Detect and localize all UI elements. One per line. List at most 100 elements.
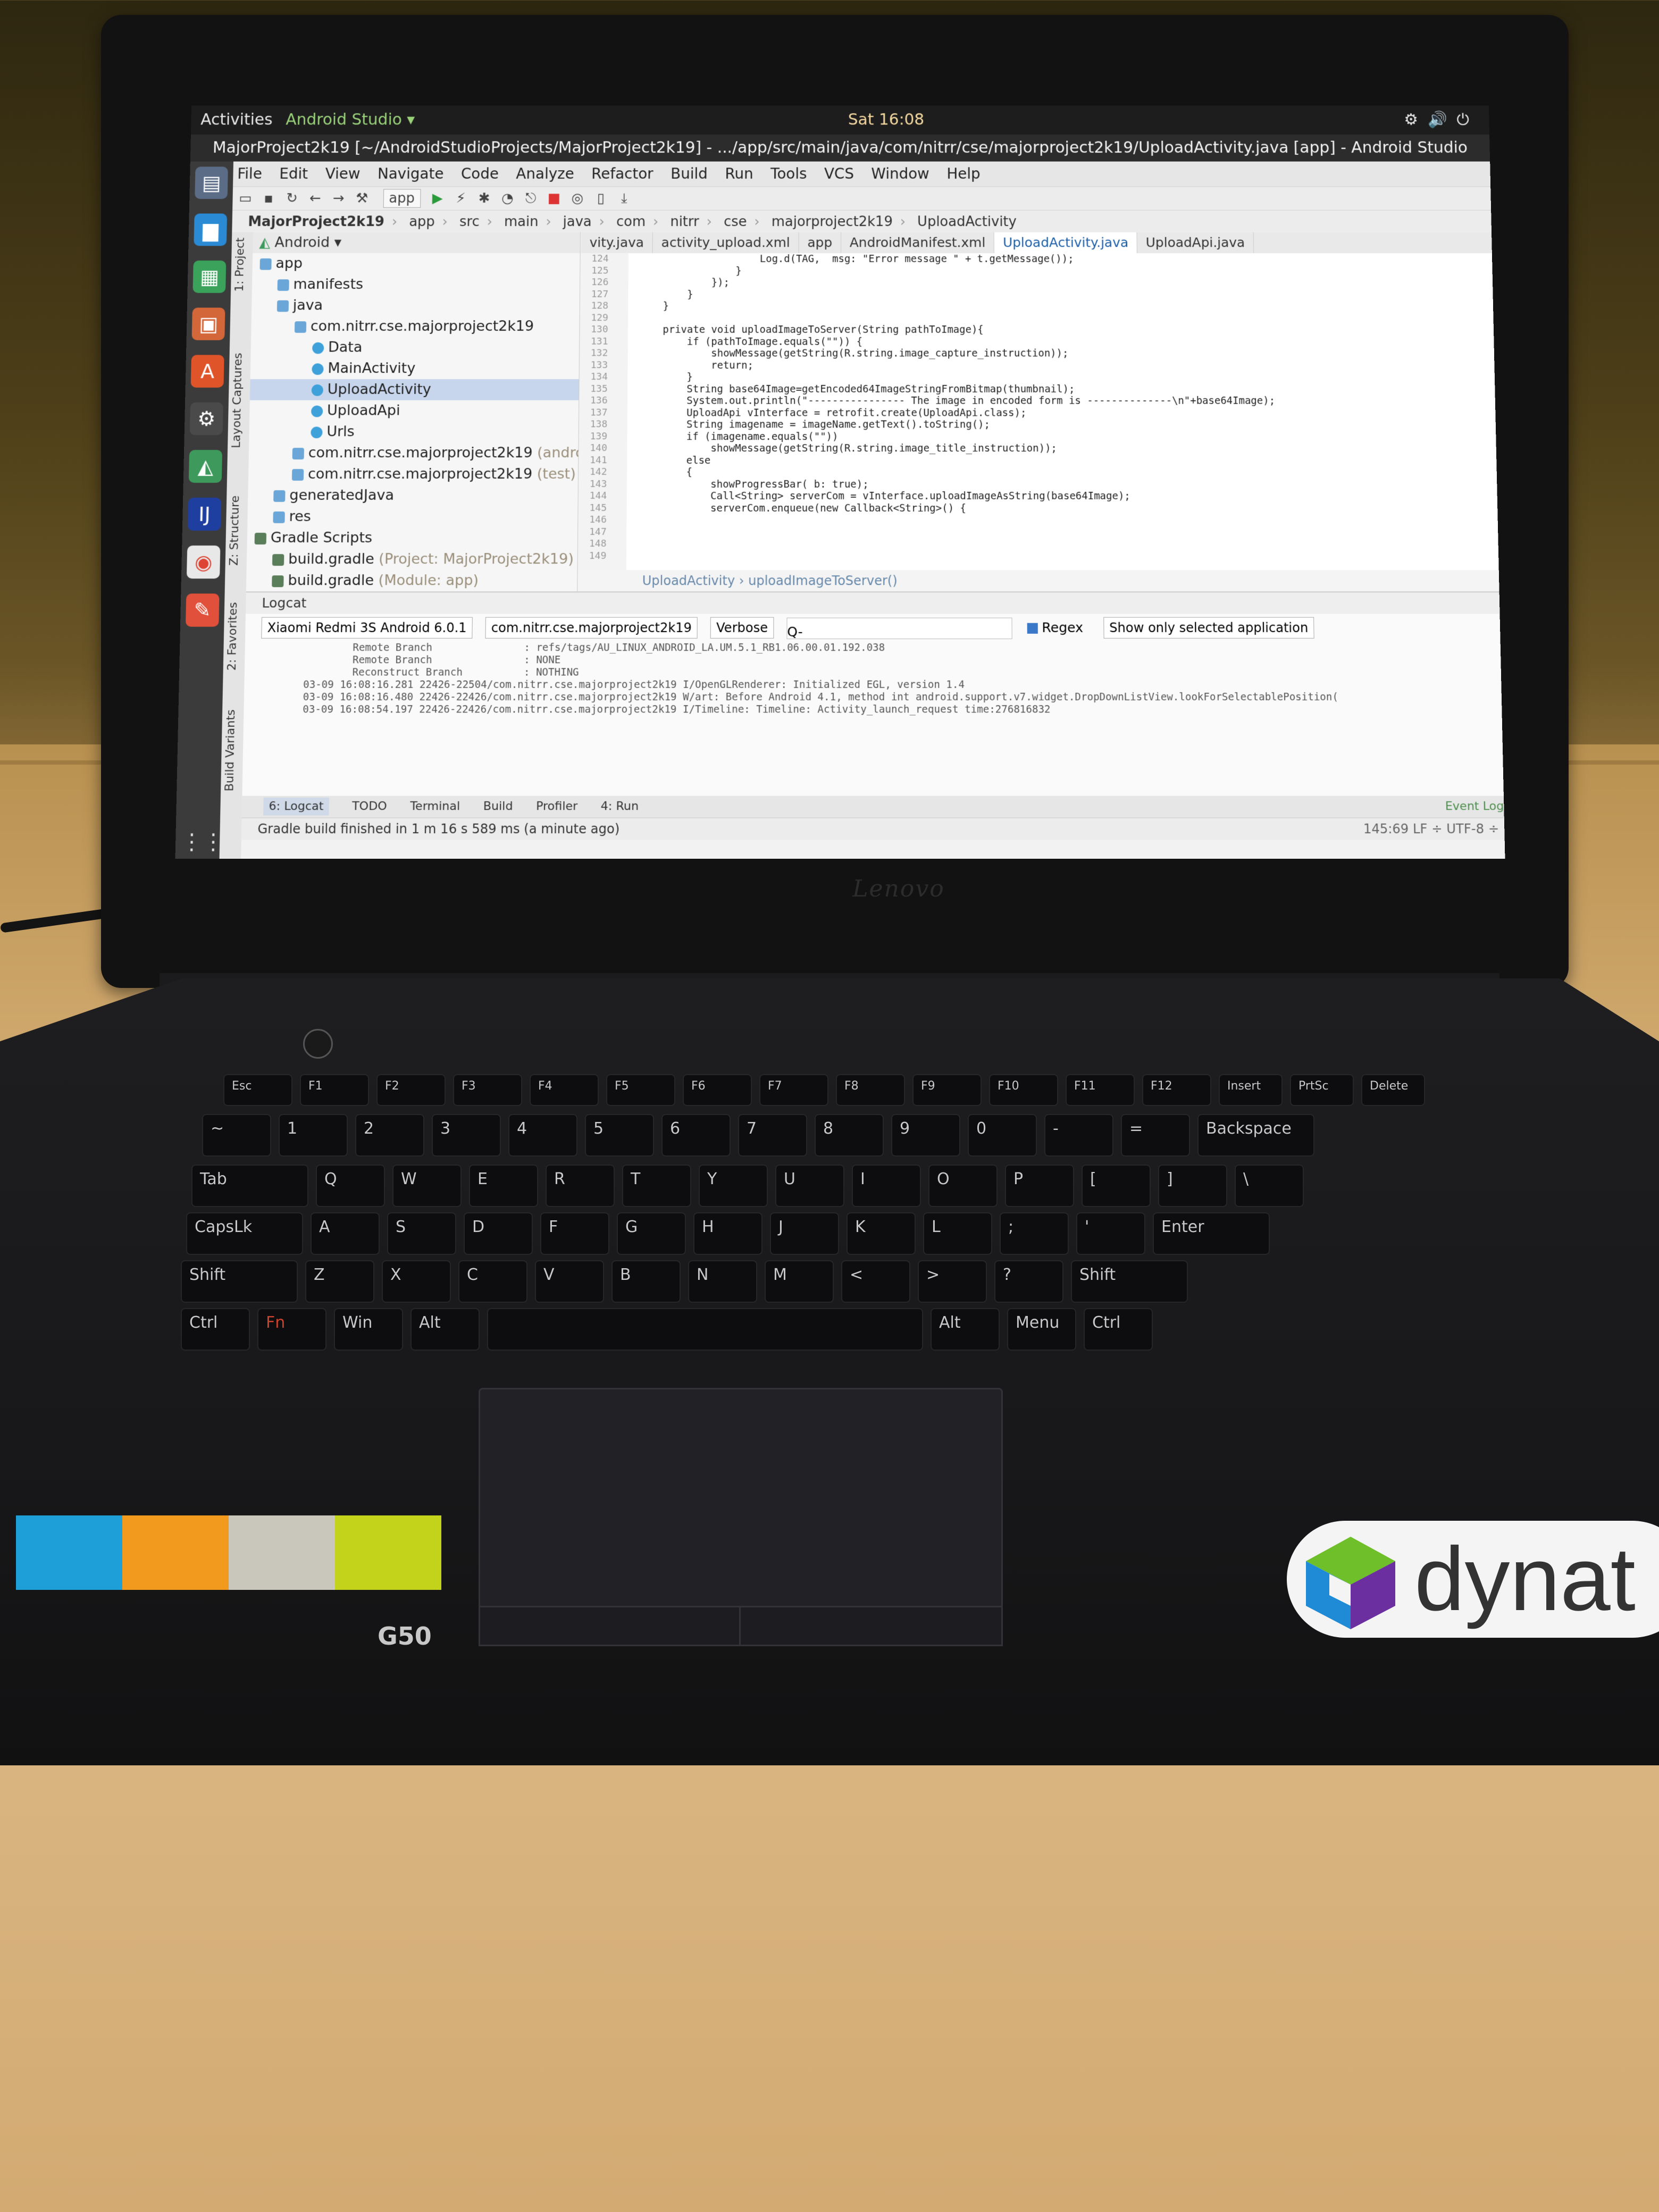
keyboard-key[interactable]: F10 bbox=[989, 1074, 1058, 1106]
log-line[interactable]: Remote Branch : refs/tags/AU_LINUX_ANDRO… bbox=[304, 642, 1501, 654]
editor-tab[interactable]: app bbox=[799, 232, 841, 253]
tab-event-log[interactable]: Event Log bbox=[1445, 796, 1504, 818]
code-line[interactable]: }); bbox=[639, 276, 1484, 288]
keyboard-key[interactable]: C bbox=[458, 1260, 527, 1303]
keyboard-key[interactable]: 7 bbox=[738, 1114, 807, 1157]
keyboard-key[interactable]: 6 bbox=[661, 1114, 731, 1157]
keyboard-key[interactable]: F2 bbox=[376, 1074, 446, 1106]
keyboard-key[interactable]: 3 bbox=[432, 1114, 501, 1157]
code-line[interactable]: UploadApi vInterface = retrofit.create(U… bbox=[638, 407, 1487, 418]
keyboard-key[interactable]: F bbox=[540, 1212, 609, 1255]
tab-favorites[interactable]: 2: Favorites bbox=[225, 602, 240, 671]
menu-code[interactable]: Code bbox=[461, 165, 499, 182]
code-line[interactable]: { bbox=[638, 466, 1488, 478]
keyboard-key[interactable]: Q bbox=[316, 1164, 385, 1207]
device-select[interactable]: Xiaomi Redmi 3S Android 6.0.1 bbox=[261, 617, 473, 639]
right-click-button[interactable] bbox=[739, 1606, 1003, 1646]
code-line[interactable]: showMessage(getString(R.string.image_tit… bbox=[638, 442, 1488, 454]
keyboard-key[interactable]: < bbox=[841, 1260, 910, 1303]
keyboard-key[interactable]: 5 bbox=[585, 1114, 654, 1157]
open-icon[interactable]: ▭ bbox=[238, 187, 253, 210]
writer-icon[interactable]: ▆ bbox=[194, 214, 227, 246]
tab-layout-captures[interactable]: Layout Captures bbox=[230, 353, 245, 448]
sync-gradle-icon[interactable]: ◎ bbox=[570, 187, 585, 210]
keyboard-key[interactable]: F8 bbox=[836, 1074, 905, 1106]
code-line[interactable]: System.out.println("---------------- The… bbox=[638, 395, 1487, 407]
keyboard-key[interactable]: Ctrl bbox=[181, 1308, 250, 1351]
keyboard-key[interactable]: F3 bbox=[453, 1074, 522, 1106]
log-line[interactable]: 03-09 16:08:16.281 22426-22504/com.nitrr… bbox=[303, 679, 1502, 691]
keyboard-key[interactable]: Tab bbox=[191, 1164, 308, 1207]
keyboard-key[interactable]: P bbox=[1005, 1164, 1074, 1207]
tree-item[interactable]: generatedJava bbox=[248, 485, 578, 506]
logcat-output[interactable]: Remote Branch : refs/tags/AU_LINUX_ANDRO… bbox=[244, 642, 1502, 716]
log-level-select[interactable]: Verbose bbox=[710, 617, 774, 639]
code-line[interactable]: showProgressBar( b: true); bbox=[638, 478, 1489, 490]
package-select[interactable]: com.nitrr.cse.majorproject2k19 bbox=[485, 617, 698, 639]
logcat-search-input[interactable]: Q- bbox=[786, 618, 1012, 639]
keyboard-key[interactable]: F4 bbox=[530, 1074, 599, 1106]
left-click-button[interactable] bbox=[479, 1606, 742, 1646]
code-line[interactable]: } bbox=[639, 300, 1485, 312]
save-icon[interactable]: ▪ bbox=[261, 187, 276, 210]
show-apps-icon[interactable]: ⋮⋮⋮ bbox=[181, 825, 215, 859]
sdk-manager-icon[interactable]: ⤓ bbox=[617, 187, 632, 210]
keyboard-key[interactable]: D bbox=[464, 1212, 533, 1255]
log-line[interactable]: 03-09 16:08:16.480 22426-22426/com.nitrr… bbox=[303, 691, 1502, 703]
back-icon[interactable]: ← bbox=[308, 187, 323, 210]
run-config-select[interactable]: app bbox=[383, 189, 421, 208]
project-view-select[interactable]: ◭ Android ▾ bbox=[253, 232, 580, 253]
keyboard-key[interactable]: F12 bbox=[1142, 1074, 1211, 1106]
keyboard-key[interactable]: H bbox=[693, 1212, 763, 1255]
tab-project[interactable]: 1: Project bbox=[233, 238, 247, 292]
crumb-package[interactable]: majorproject2k19 bbox=[772, 214, 893, 230]
run-icon[interactable]: ▶ bbox=[430, 187, 445, 210]
tree-item[interactable]: com.nitrr.cse.majorproject2k19 (androidT bbox=[249, 442, 579, 464]
tab-structure[interactable]: Z: Structure bbox=[228, 496, 242, 566]
keyboard-key[interactable]: ] bbox=[1158, 1164, 1227, 1207]
tree-item[interactable]: MainActivity bbox=[250, 358, 579, 379]
keyboard-key[interactable]: ; bbox=[1000, 1212, 1069, 1255]
keyboard-key[interactable]: Delete bbox=[1361, 1074, 1425, 1106]
menu-tools[interactable]: Tools bbox=[770, 165, 807, 182]
menu-window[interactable]: Window bbox=[871, 165, 929, 182]
tree-item[interactable]: com.nitrr.cse.majorproject2k19 bbox=[251, 316, 579, 337]
impress-icon[interactable]: ▣ bbox=[192, 308, 225, 340]
keyboard-key[interactable]: R bbox=[546, 1164, 615, 1207]
keyboard-key[interactable]: I bbox=[852, 1164, 921, 1207]
code-line[interactable]: else bbox=[638, 455, 1488, 466]
debug-icon[interactable]: ✱ bbox=[476, 187, 491, 210]
code-line[interactable]: serverCom.enqueue(new Callback<String>()… bbox=[638, 502, 1489, 514]
keyboard-key[interactable]: B bbox=[611, 1260, 681, 1303]
menu-refactor[interactable]: Refactor bbox=[591, 165, 653, 182]
editor-tab[interactable]: vity.java bbox=[581, 232, 653, 253]
editor-tab[interactable]: UploadActivity.java bbox=[994, 232, 1137, 253]
code-line[interactable]: private void uploadImageToServer(String … bbox=[639, 324, 1486, 336]
crumb-main[interactable]: main bbox=[504, 214, 539, 230]
tree-item[interactable]: UploadActivity bbox=[250, 379, 579, 400]
tree-item[interactable]: Data bbox=[250, 337, 579, 358]
code-line[interactable]: if (pathToImage.equals("")) { bbox=[639, 336, 1486, 347]
keyboard-key[interactable]: F5 bbox=[606, 1074, 675, 1106]
keyboard-key[interactable]: \ bbox=[1235, 1164, 1304, 1207]
crumb-app[interactable]: app bbox=[409, 214, 435, 230]
activities-button[interactable]: Activities bbox=[200, 105, 273, 135]
log-line[interactable]: 03-09 16:08:54.197 22426-22426/com.nitrr… bbox=[303, 703, 1502, 716]
keyboard-key[interactable]: Menu bbox=[1007, 1308, 1076, 1351]
menu-build[interactable]: Build bbox=[671, 165, 708, 182]
tree-item[interactable]: java bbox=[252, 295, 580, 316]
tree-item[interactable]: build.gradle (Module: app) bbox=[246, 570, 577, 591]
crumb-project[interactable]: MajorProject2k19 bbox=[248, 214, 384, 230]
code-area[interactable]: Log.d(TAG, msg: "Error message " + t.get… bbox=[637, 253, 1490, 570]
code-line[interactable]: String imagename = imageName.getText().t… bbox=[638, 418, 1488, 430]
keyboard-key[interactable]: M bbox=[765, 1260, 834, 1303]
keyboard-key[interactable]: O bbox=[928, 1164, 998, 1207]
touchpad[interactable] bbox=[479, 1388, 1003, 1609]
keyboard-key[interactable]: ' bbox=[1076, 1212, 1145, 1255]
build-icon[interactable]: ⚒ bbox=[354, 187, 369, 210]
clock[interactable]: Sat 16:08 bbox=[848, 105, 925, 135]
keyboard-key[interactable]: 1 bbox=[279, 1114, 348, 1157]
intellij-icon[interactable]: IJ bbox=[188, 498, 221, 531]
tree-item[interactable]: UploadApi bbox=[249, 400, 579, 422]
tab-build-variants[interactable]: Build Variants bbox=[223, 709, 238, 791]
